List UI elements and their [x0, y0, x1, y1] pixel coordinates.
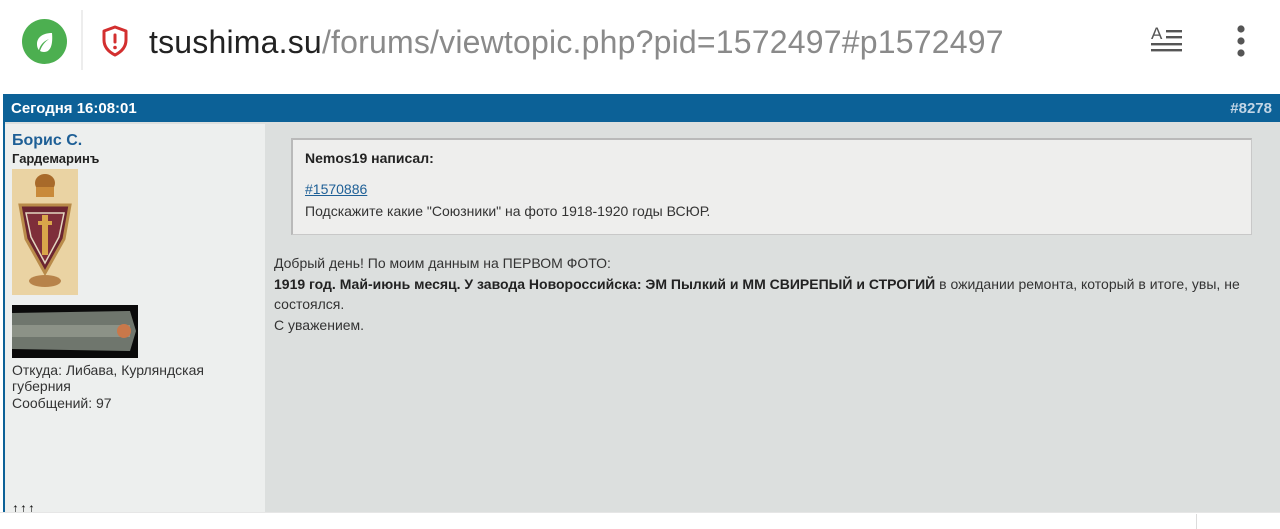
more-vertical-icon[interactable]	[1232, 24, 1250, 60]
url-field[interactable]: tsushima.su/forums/viewtopic.php?pid=157…	[149, 22, 1004, 62]
message-greeting: Добрый день! По моим данным на ПЕРВОМ ФО…	[274, 255, 611, 271]
quote-source-link[interactable]: #1570886	[305, 180, 367, 198]
address-bar-divider	[81, 10, 83, 70]
author-name-link[interactable]: Борис С.	[12, 132, 265, 150]
post-body: Борис С. Гардемаринъ Откуда: Либава, Кур…	[3, 122, 1280, 516]
post-header: Сегодня 16:08:01 #8278	[3, 94, 1280, 122]
bottom-divider	[1196, 514, 1197, 529]
url-path: /forums/viewtopic.php?pid=1572497#p15724…	[321, 24, 1004, 60]
author-location: Откуда: Либава, Курляндская губерния	[12, 362, 204, 394]
quote-box: Nemos19 написал: #1570886 Подскажите как…	[291, 138, 1252, 235]
author-panel: Борис С. Гардемаринъ Откуда: Либава, Кур…	[5, 124, 265, 516]
message-paragraph: 1919 год. Май-июнь месяц. У завода Новор…	[274, 274, 1264, 315]
message-signoff: С уважением.	[274, 316, 365, 333]
message-bold: 1919 год. Май-июнь месяц. У завода Новор…	[274, 275, 936, 292]
quote-author: Nemos19 написал:	[305, 150, 434, 166]
reader-glyph: A	[1151, 25, 1163, 43]
bottom-toolbar-edge	[0, 512, 1280, 529]
reader-mode-icon[interactable]: A	[1148, 24, 1186, 57]
rank-badge-image	[12, 305, 138, 358]
author-message-count: Сообщений: 97	[12, 395, 112, 411]
leaf-icon[interactable]	[22, 19, 67, 64]
url-host: tsushima.su	[149, 24, 322, 60]
post-number-link[interactable]: #8278	[1230, 100, 1272, 117]
post-content: Nemos19 написал: #1570886 Подскажите как…	[272, 122, 1277, 335]
author-rank: Гардемаринъ	[12, 151, 100, 166]
post-date: Сегодня 16:08:01	[11, 99, 137, 117]
browser-address-bar: tsushima.su/forums/viewtopic.php?pid=157…	[0, 0, 1280, 84]
shield-alert-icon[interactable]	[101, 25, 129, 57]
forum-post: Сегодня 16:08:01 #8278 Борис С. Гардемар…	[3, 94, 1280, 529]
quote-text: Подскажите какие "Союзники" на фото 1918…	[305, 203, 711, 219]
avatar	[12, 169, 78, 295]
message-text: Добрый день! По моим данным на ПЕРВОМ ФО…	[274, 253, 1264, 335]
